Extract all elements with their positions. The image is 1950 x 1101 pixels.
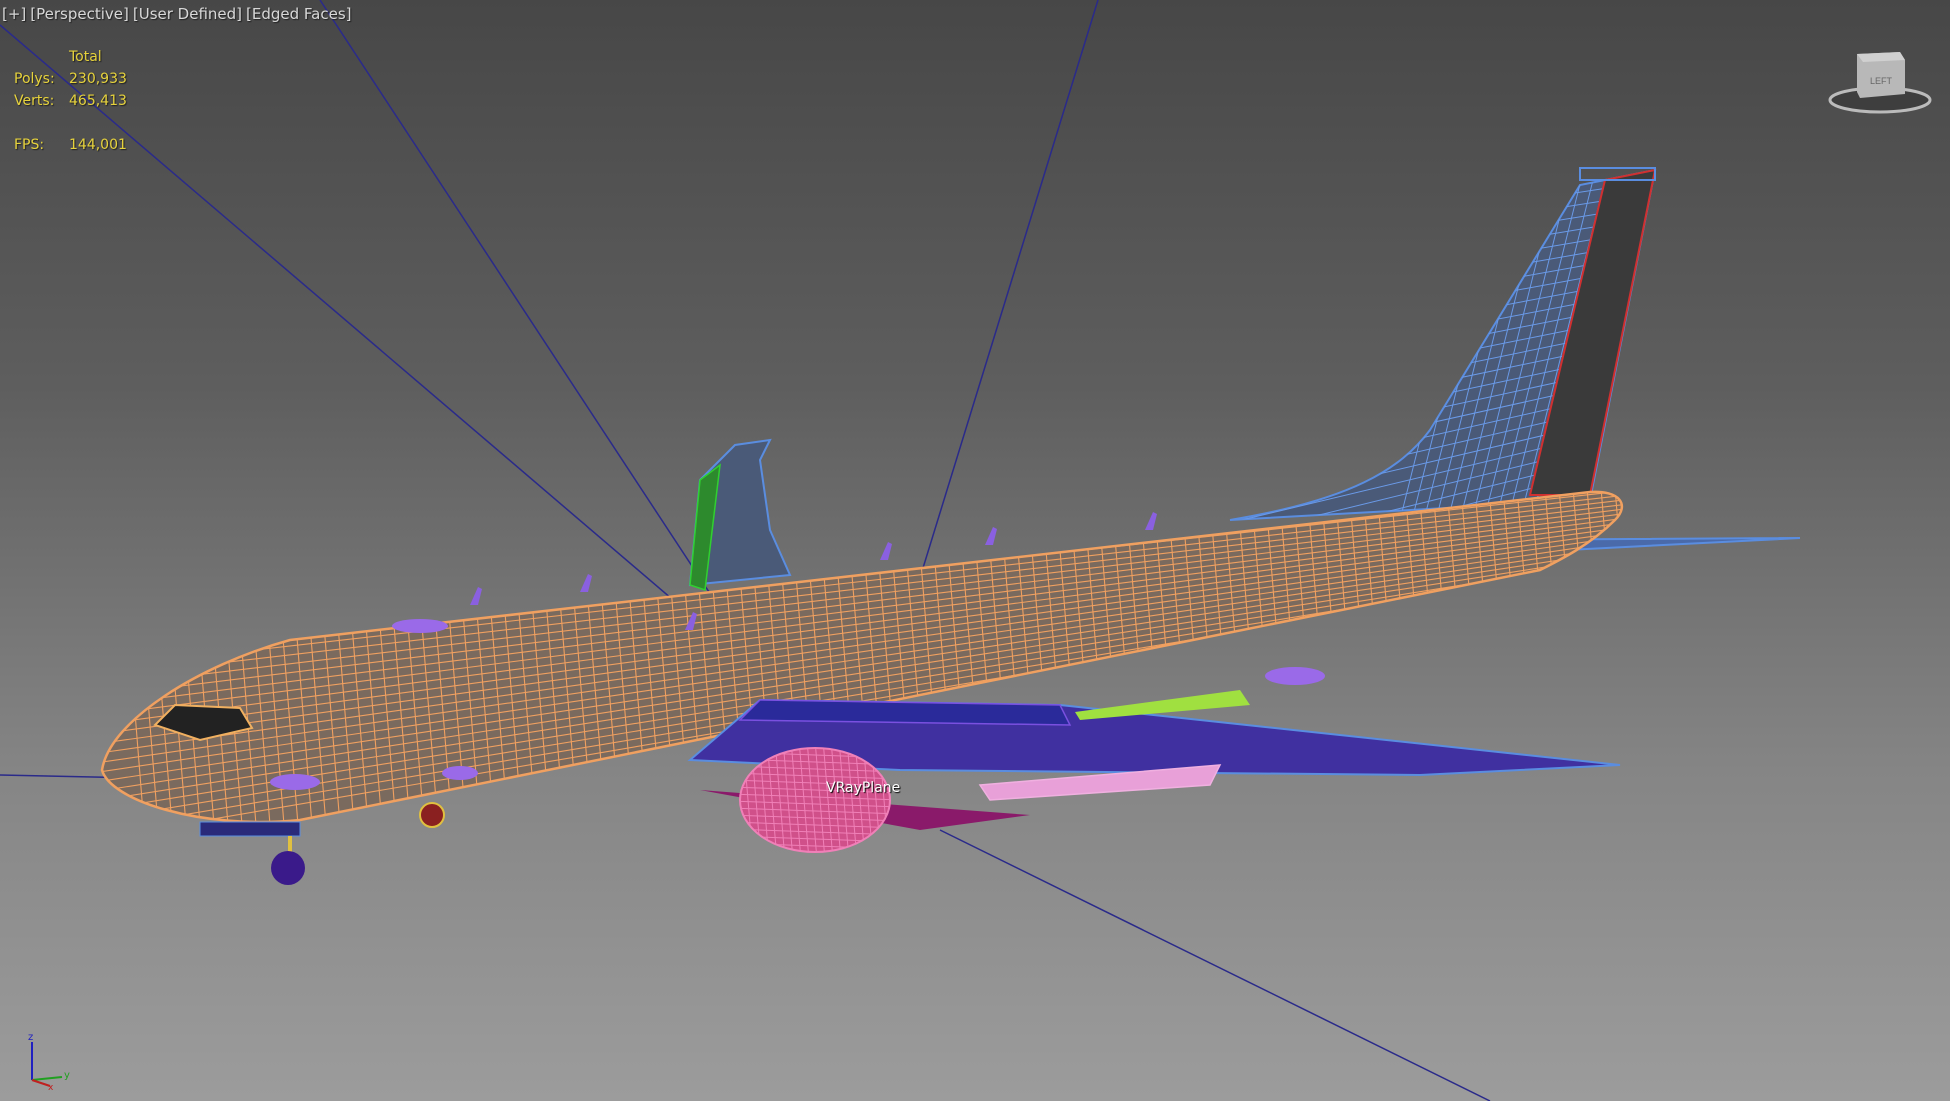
- wireframe-edge: [1313, 491, 1355, 822]
- antenna: [880, 542, 892, 560]
- wireframe-edge: [1327, 491, 1369, 822]
- axis-y-label: y: [64, 1070, 70, 1081]
- verts-value: 465,413: [69, 93, 127, 109]
- fps-value: 144,001: [69, 137, 127, 153]
- antenna: [985, 527, 997, 545]
- wireframe-edge: [1341, 491, 1383, 822]
- wireframe-edge: [1173, 491, 1215, 822]
- fps-label: FPS:: [14, 137, 45, 153]
- wireframe-edge: [1285, 491, 1327, 822]
- wireframe-edge: [1229, 491, 1271, 822]
- viewcube-face-label: LEFT: [1870, 76, 1893, 86]
- wireframe-edge: [1593, 491, 1622, 822]
- antenna: [470, 587, 482, 605]
- wireframe-edge: [1271, 491, 1313, 822]
- wireframe-edge: [1230, 170, 1655, 181]
- wireframe-edge: [151, 491, 193, 822]
- wireframe-edge: [1215, 491, 1257, 822]
- wireframe-edge: [137, 491, 179, 822]
- wireframe-edge: [730, 857, 900, 863]
- polys-value: 230,933: [69, 71, 127, 87]
- stats-header: Total: [69, 49, 102, 65]
- wireframe-edge: [109, 491, 151, 822]
- antenna: [1145, 512, 1157, 530]
- wireframe-edge: [1243, 491, 1285, 822]
- antenna: [580, 574, 592, 592]
- wireframe-edge: [1187, 491, 1229, 822]
- wireframe-edge: [1201, 491, 1243, 822]
- viewcube[interactable]: LEFT: [1825, 42, 1935, 117]
- axis-z-label: z: [28, 1032, 33, 1043]
- wireframe-edge: [1299, 491, 1341, 822]
- verts-label: Verts:: [14, 93, 55, 109]
- axis-gizmo: z y x: [28, 1032, 70, 1090]
- wireframe-edge: [1621, 491, 1622, 822]
- wireframe-edge: [123, 491, 165, 822]
- wireframe-edge: [1257, 491, 1299, 822]
- wireframe-edge: [1651, 170, 1655, 520]
- view-type-button[interactable]: [Perspective]: [30, 5, 129, 23]
- scene-statistics: Total Polys: 230,933 Verts: 465,413 FPS: 14…: [14, 46, 127, 156]
- wireframe-edge: [1159, 491, 1201, 822]
- far-wing: [688, 438, 792, 592]
- shading-preset-button[interactable]: [User Defined]: [133, 5, 242, 23]
- wireframe-edge: [1636, 400, 1676, 900]
- axis-x-label: x: [48, 1083, 54, 1090]
- polys-label: Polys:: [14, 71, 55, 87]
- display-mode-button[interactable]: [Edged Faces]: [246, 5, 351, 23]
- viewport-menu-button[interactable]: [+]: [2, 5, 26, 23]
- viewport-label-menu: [+] [Perspective] [User Defined] [Edged Fac…: [2, 5, 356, 23]
- wireframe-edge: [1607, 491, 1622, 822]
- viewport-scene[interactable]: [0, 0, 1950, 1101]
- wireframe-edge: [1639, 170, 1655, 520]
- vrayplane-object-label[interactable]: VRayPlane: [826, 780, 900, 796]
- wireframe-edge: [1145, 491, 1187, 822]
